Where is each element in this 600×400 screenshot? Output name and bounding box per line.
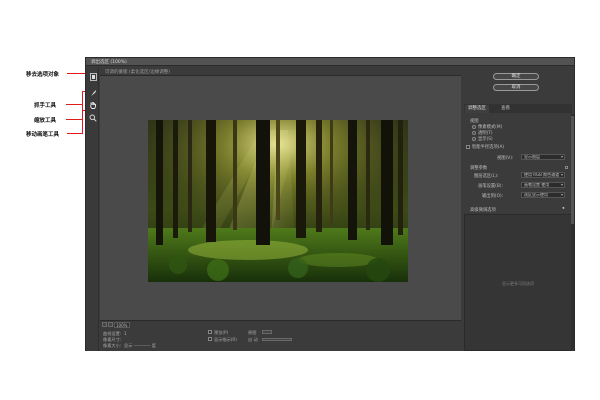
row-b-label: 画笔设置(B):	[478, 184, 503, 189]
adjust-params-label: 调整参数	[470, 166, 488, 171]
callout-remove-object: 移去选项对象	[26, 72, 60, 78]
chevron-down-icon: ▾	[560, 182, 563, 187]
callout-line-remove-object	[67, 73, 87, 74]
advanced-note: 显示更多可用选项	[502, 281, 534, 286]
chevron-down-icon: ▾	[560, 192, 563, 197]
radio-pixel-mode[interactable]	[472, 125, 476, 129]
callout-zoom-tool: 缩放工具	[34, 118, 57, 124]
preview-checkbox[interactable]	[208, 330, 212, 334]
view-toggle-a[interactable]	[102, 322, 107, 327]
pixel-size-2-label: 像素大小:	[103, 343, 122, 348]
row-a-label: 图层选区(L):	[474, 174, 499, 179]
chevron-down-icon: ▾	[560, 154, 563, 159]
indicator-checkbox[interactable]	[208, 337, 212, 341]
tool-strip	[86, 67, 99, 351]
preview-canvas[interactable]: 可调的蒙版 (柔化选区/边缘调整)	[100, 67, 461, 320]
row-b-value: 画笔设置 使用	[524, 182, 550, 187]
view-mode-label: 视图(V):	[497, 156, 514, 161]
mask-edit-icon[interactable]	[89, 73, 97, 81]
forest-preview-image	[148, 120, 408, 282]
cancel-button[interactable]: 取消	[493, 84, 539, 91]
brush-icon[interactable]	[89, 89, 97, 97]
ok-button[interactable]: 确定	[493, 73, 539, 80]
callout-bracket	[82, 91, 83, 134]
panel-scrollbar[interactable]	[571, 114, 574, 350]
view-mode-value: 显示图层	[524, 154, 540, 159]
radio-transparent[interactable]	[472, 131, 476, 135]
canvas-tab-label: 可调的蒙版 (柔化选区/边缘调整)	[105, 70, 170, 75]
radio-show[interactable]	[472, 137, 476, 141]
scrollbar-thumb[interactable]	[571, 116, 574, 224]
row-c-value: 选区显示使用	[524, 192, 548, 197]
view-mode-select[interactable]: 显示图层 ▾	[521, 154, 565, 160]
callout-hand-tool: 抓手工具	[34, 103, 57, 109]
advanced-toggle-icon[interactable]: ◂	[562, 206, 564, 211]
auto-label: 自 动	[248, 337, 258, 342]
row-c-label: 输出到(O):	[482, 194, 504, 199]
smart-radius-label: 智能半径选项(A)	[472, 145, 505, 150]
window-title: 调出选区 (100%)	[91, 60, 127, 65]
zoom-level[interactable]: 100%	[114, 322, 130, 328]
row-c-select[interactable]: 选区显示使用 ▾	[521, 192, 565, 198]
info-bar: 100% 曲线设置: 1 像素尺寸: 像素大小: 显示 ———— 度 预览(P)…	[100, 320, 461, 351]
original-label: 原图	[248, 330, 257, 335]
row-a-value: 使用 RGB 颜色通道	[524, 172, 560, 177]
title-bar: 调出选区 (100%)	[86, 58, 574, 66]
refine-edge-dialog: 调出选区 (100%) 可调的蒙版 (柔化选区/边缘调整) 100% 曲线设置:…	[85, 57, 575, 351]
settings-panel: 确定 取消 调整选区 查看 视图 像素模式(M) 透明(T) 显示(S) 智能半…	[461, 67, 574, 351]
smart-radius-checkbox[interactable]	[466, 145, 470, 149]
indicator-label: 显示指示(R)	[214, 337, 237, 342]
view-toggle-b[interactable]	[108, 322, 113, 327]
callout-line-zoom-tool	[66, 119, 82, 120]
callout-line-hand-tool	[66, 104, 82, 105]
auto-slider[interactable]	[262, 338, 292, 341]
row-a-select[interactable]: 使用 RGB 颜色通道 ▾	[521, 172, 565, 178]
zoom-icon[interactable]	[89, 114, 97, 122]
canvas-tab: 可调的蒙版 (柔化选区/边缘调整)	[100, 67, 461, 76]
hand-icon[interactable]	[89, 101, 97, 109]
advanced-label: 高级微调选项	[470, 208, 496, 213]
callout-line-brush-tool	[67, 133, 82, 134]
panel-tabs: 调整选区 查看	[464, 104, 572, 113]
original-field[interactable]	[262, 330, 272, 334]
chevron-down-icon: ▾	[560, 172, 563, 177]
tab-adjust[interactable]: 调整选区	[465, 105, 489, 113]
radio-show-label: 显示(S)	[478, 137, 493, 142]
advanced-options-box: 显示更多可用选项	[464, 214, 572, 351]
pixel-size-2-value: 显示 ———— 度	[124, 343, 156, 348]
row-b-select[interactable]: 画笔设置 使用 ▾	[521, 182, 565, 188]
adjust-params-toggle[interactable]	[565, 166, 568, 169]
tab-view[interactable]: 查看	[498, 105, 513, 113]
callout-brush-tool: 移动画笔工具	[26, 132, 60, 138]
curve-value: 1	[124, 331, 127, 336]
preview-label: 预览(P)	[214, 330, 229, 335]
